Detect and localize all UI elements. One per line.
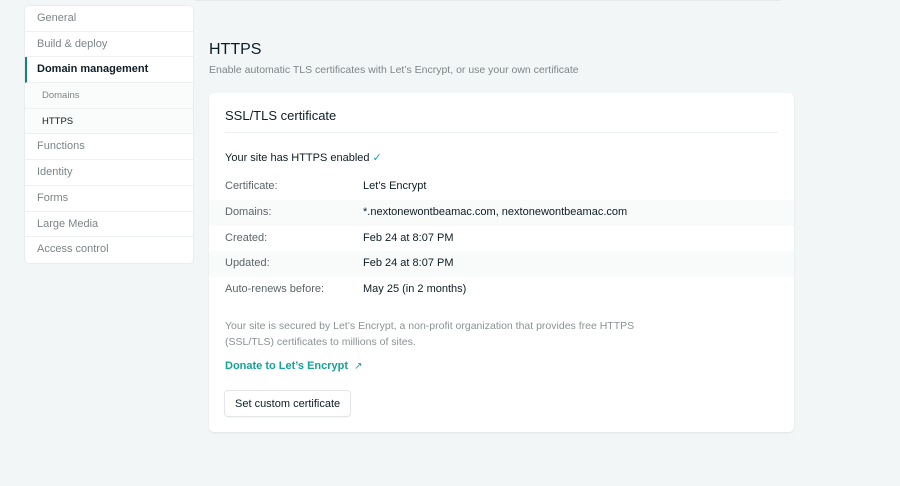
lets-encrypt-description: Your site is secured by Let’s Encrypt, a…	[225, 320, 635, 348]
external-link-icon: ↗	[354, 361, 363, 372]
set-custom-certificate-button[interactable]: Set custom certificate	[225, 391, 351, 416]
sidebar-subitem-domains[interactable]: Domains	[25, 83, 193, 109]
sidebar-item-general[interactable]: General	[25, 6, 193, 32]
detail-value: May 25 (in 2 months)	[363, 283, 467, 296]
detail-row-created: Created: Feb 24 at 8:07 PM	[209, 226, 794, 252]
detail-value: *.nextonewontbeamac.com, nextonewontbeam…	[363, 205, 628, 218]
detail-label: Auto-renews before:	[225, 283, 325, 296]
detail-value: Feb 24 at 8:07 PM	[363, 257, 454, 270]
card-title: SSL/TLS certificate	[225, 108, 337, 123]
sidebar-item-build-deploy[interactable]: Build & deploy	[25, 32, 193, 58]
detail-row-updated: Updated: Feb 24 at 8:07 PM	[209, 251, 794, 278]
settings-sidebar: General Build & deploy Domain management…	[25, 6, 193, 263]
detail-label: Created:	[225, 231, 268, 244]
sidebar-item-forms[interactable]: Forms	[25, 186, 193, 212]
sidebar-item-functions[interactable]: Functions	[25, 134, 193, 161]
card-divider	[225, 132, 778, 133]
detail-label: Certificate:	[225, 180, 278, 192]
sidebar-item-domain-management[interactable]: Domain management	[25, 57, 193, 84]
detail-label: Domains:	[225, 205, 272, 218]
detail-row-certificate: Certificate: Let’s Encrypt	[209, 174, 794, 200]
donate-link-text: Donate to Let’s Encrypt	[225, 360, 349, 372]
sidebar-item-large-media[interactable]: Large Media	[25, 212, 193, 238]
check-icon: ✓	[372, 152, 382, 164]
https-status: Your site has HTTPS enabled ✓	[225, 151, 382, 164]
detail-value: Feb 24 at 8:07 PM	[363, 231, 454, 244]
donate-link[interactable]: Donate to Let’s Encrypt ↗	[225, 360, 363, 372]
detail-row-auto-renews: Auto-renews before: May 25 (in 2 months)	[209, 277, 794, 303]
page-title: HTTPS	[209, 41, 262, 58]
page-subtitle: Enable automatic TLS certificates with L…	[209, 64, 579, 76]
detail-row-domains: Domains: *.nextonewontbeamac.com, nextone…	[209, 199, 794, 226]
ssl-certificate-card: SSL/TLS certificate Your site has HTTPS …	[209, 93, 794, 432]
sidebar-item-access-control[interactable]: Access control	[25, 237, 193, 263]
detail-label: Updated:	[225, 257, 270, 270]
sidebar-item-identity[interactable]: Identity	[25, 160, 193, 186]
https-status-text: Your site has HTTPS enabled	[225, 152, 370, 164]
detail-value: Let’s Encrypt	[363, 180, 427, 192]
top-divider	[195, 0, 780, 1]
certificate-details: Certificate: Let’s Encrypt Domains: *.next…	[209, 174, 794, 303]
sidebar-subitem-https[interactable]: HTTPS	[25, 108, 193, 135]
